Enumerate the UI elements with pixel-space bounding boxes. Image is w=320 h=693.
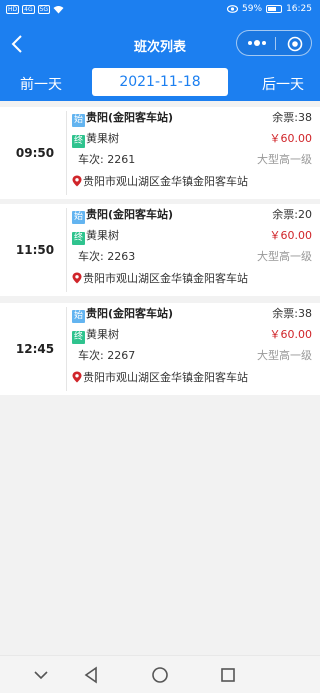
bus-class: 大型高一级 — [257, 349, 312, 362]
end-tag: 终 — [72, 135, 85, 148]
network-4g-indicator: 4G — [22, 5, 35, 14]
clock: 16:25 — [286, 4, 312, 14]
trip-label: 车次: — [78, 250, 104, 263]
departure-time: 12:45 — [15, 342, 55, 356]
station-address: 贵阳市观山湖区金华镇金阳客车站 — [83, 272, 248, 285]
location-pin-icon — [72, 175, 82, 187]
battery-icon — [266, 5, 283, 13]
destination-row: 终黄果树 ￥60.00 — [72, 131, 316, 148]
trip-label: 车次: — [78, 349, 104, 362]
trip-card[interactable]: 12:45 始贵阳(金阳客车站) 余票:38 终黄果树 ￥60.00 车次: 2… — [0, 303, 320, 395]
next-day-button[interactable]: 后一天 — [262, 74, 304, 94]
target-circle-icon[interactable] — [287, 36, 303, 52]
trip-row: 车次: 2263 大型高一级 — [78, 249, 316, 265]
departure-time: 09:50 — [15, 146, 55, 160]
origin-station: 贵阳(金阳客车站) — [86, 208, 174, 221]
home-circle-icon[interactable] — [151, 666, 169, 684]
start-tag: 始 — [72, 310, 85, 323]
origin-row: 始贵阳(金阳客车站) 余票:38 — [72, 306, 316, 323]
eye-icon — [227, 5, 239, 13]
seats-remaining: 余票:20 — [272, 207, 312, 223]
trip-row: 车次: 2261 大型高一级 — [78, 152, 316, 168]
seats-remaining: 余票:38 — [272, 110, 312, 126]
location-pin-icon — [72, 371, 82, 383]
back-triangle-icon[interactable] — [82, 666, 100, 684]
chevron-down-icon[interactable] — [32, 666, 50, 684]
seats-count: 20 — [298, 208, 312, 221]
system-nav-bar — [0, 655, 320, 693]
mini-program-capsule — [236, 30, 312, 56]
header-background: HD 4G 5G 59% 16:25 班次列表 前一天 2021-11-18 后… — [0, 0, 320, 101]
trip-number: 2261 — [107, 153, 136, 166]
date-bar: 前一天 2021-11-18 后一天 — [0, 68, 320, 98]
address-row: 贵阳市观山湖区金华镇金阳客车站 — [72, 370, 316, 386]
destination-row: 终黄果树 ￥60.00 — [72, 228, 316, 245]
status-left: HD 4G 5G — [6, 5, 64, 14]
end-tag: 终 — [72, 331, 85, 344]
location-pin-icon — [72, 272, 82, 284]
nav-bar: 班次列表 — [0, 28, 320, 60]
seats-label: 余票: — [272, 111, 298, 124]
origin-station: 贵阳(金阳客车站) — [86, 307, 174, 320]
origin-station: 贵阳(金阳客车站) — [86, 111, 174, 124]
end-tag: 终 — [72, 232, 85, 245]
trip-row: 车次: 2267 大型高一级 — [78, 348, 316, 364]
wifi-icon — [53, 6, 64, 14]
divider — [66, 208, 67, 292]
status-bar: HD 4G 5G 59% 16:25 — [0, 0, 320, 22]
trip-card[interactable]: 11:50 始贵阳(金阳客车站) 余票:20 终黄果树 ￥60.00 车次: 2… — [0, 204, 320, 296]
start-tag: 始 — [72, 211, 85, 224]
hd-indicator: HD — [6, 5, 20, 14]
seats-label: 余票: — [272, 208, 298, 221]
bus-class: 大型高一级 — [257, 153, 312, 166]
status-right: 59% 16:25 — [227, 4, 312, 14]
destination-station: 黄果树 — [86, 132, 119, 145]
more-dots-icon[interactable] — [246, 35, 268, 51]
origin-row: 始贵阳(金阳客车站) 余票:38 — [72, 110, 316, 127]
divider — [66, 111, 67, 195]
bus-class: 大型高一级 — [257, 250, 312, 263]
destination-row: 终黄果树 ￥60.00 — [72, 327, 316, 344]
departure-time: 11:50 — [15, 243, 55, 257]
current-date-picker[interactable]: 2021-11-18 — [92, 68, 228, 96]
ticket-price: ￥60.00 — [269, 328, 313, 341]
trip-card[interactable]: 09:50 始贵阳(金阳客车站) 余票:38 终黄果树 ￥60.00 车次: 2… — [0, 107, 320, 199]
seats-remaining: 余票:38 — [272, 306, 312, 322]
station-address: 贵阳市观山湖区金华镇金阳客车站 — [83, 175, 248, 188]
station-address: 贵阳市观山湖区金华镇金阳客车站 — [83, 371, 248, 384]
divider — [66, 307, 67, 391]
trip-number: 2267 — [107, 349, 136, 362]
address-row: 贵阳市观山湖区金华镇金阳客车站 — [72, 271, 316, 287]
seats-label: 余票: — [272, 307, 298, 320]
trip-label: 车次: — [78, 153, 104, 166]
address-row: 贵阳市观山湖区金华镇金阳客车站 — [72, 174, 316, 190]
trip-number: 2263 — [107, 250, 136, 263]
ticket-price: ￥60.00 — [269, 132, 313, 145]
start-tag: 始 — [72, 114, 85, 127]
recents-square-icon[interactable] — [219, 666, 237, 684]
ticket-price: ￥60.00 — [269, 229, 313, 242]
capsule-divider — [275, 37, 276, 50]
destination-station: 黄果树 — [86, 229, 119, 242]
destination-station: 黄果树 — [86, 328, 119, 341]
battery-percent: 59% — [242, 4, 263, 14]
prev-day-button[interactable]: 前一天 — [20, 74, 62, 94]
seats-count: 38 — [298, 307, 312, 320]
origin-row: 始贵阳(金阳客车站) 余票:20 — [72, 207, 316, 224]
seats-count: 38 — [298, 111, 312, 124]
network-5g-indicator: 5G — [37, 5, 51, 14]
